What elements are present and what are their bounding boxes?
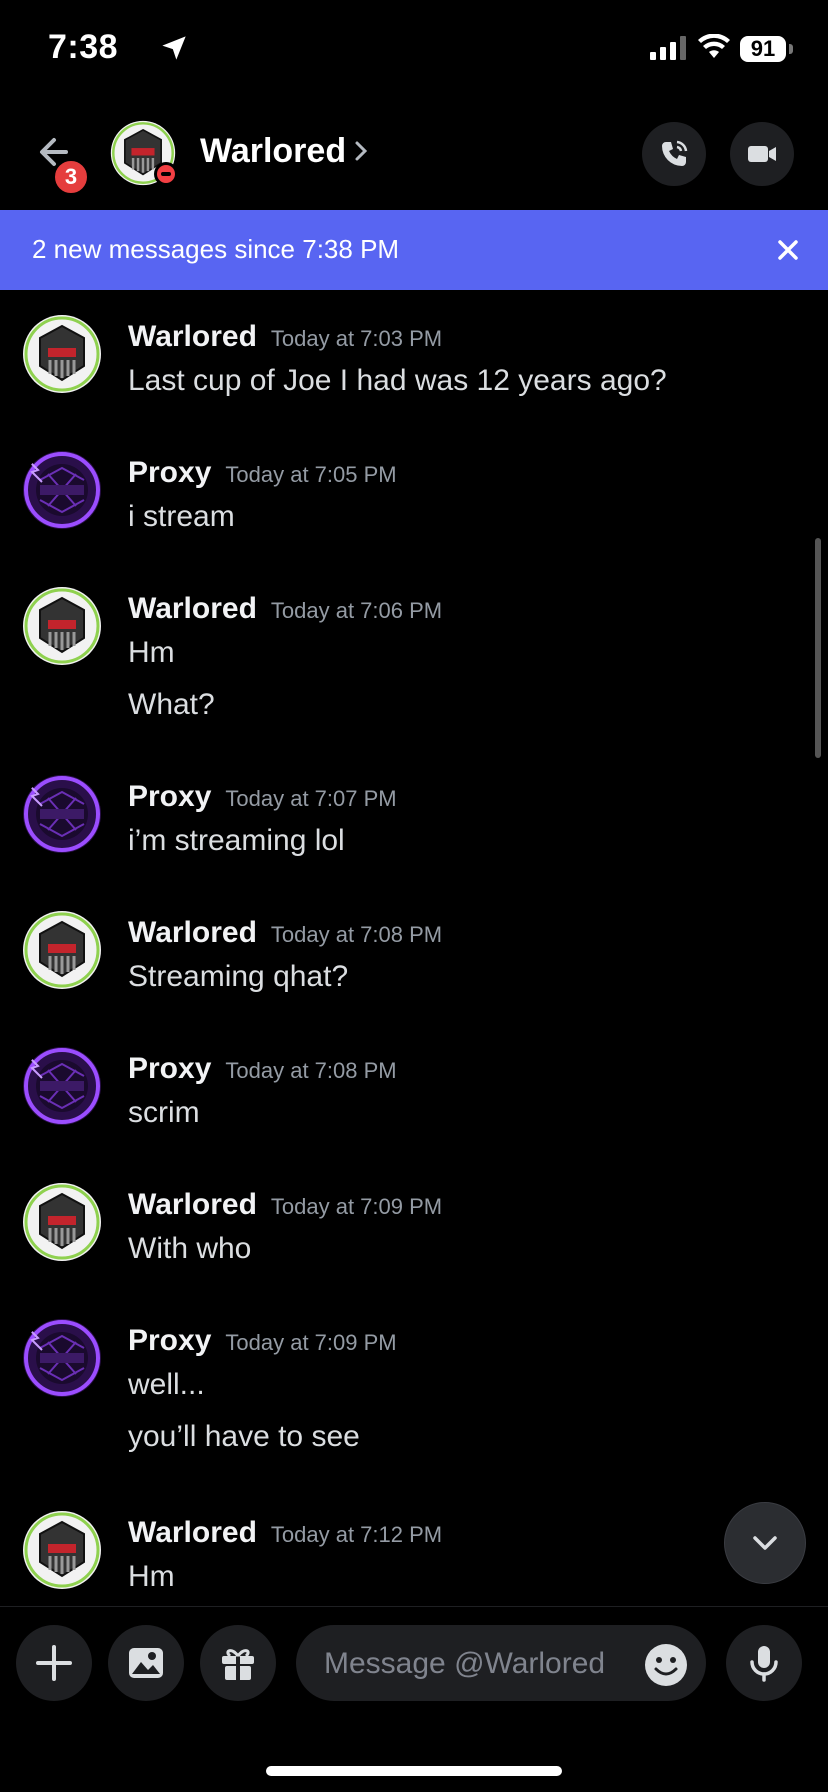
avatar[interactable] xyxy=(22,1318,102,1398)
message-input-placeholder: Message @Warlored xyxy=(324,1647,606,1680)
plus-icon xyxy=(36,1645,72,1681)
image-icon xyxy=(129,1648,163,1678)
message-timestamp: Today at 7:03 PM xyxy=(270,326,443,351)
new-messages-text: 2 new messages since 7:38 PM xyxy=(32,234,400,264)
message-text: Streaming qhat? xyxy=(128,960,349,993)
voice-call-button[interactable] xyxy=(642,122,706,186)
message-text: Hm xyxy=(128,636,175,669)
message-author[interactable]: Warlored xyxy=(128,1188,257,1221)
message-author[interactable]: Warlored xyxy=(128,592,257,625)
phone-icon xyxy=(662,140,688,166)
message-text: well... xyxy=(128,1368,205,1401)
avatar[interactable] xyxy=(22,910,102,990)
message-text: What? xyxy=(128,688,215,721)
message-author[interactable]: Warlored xyxy=(128,320,257,353)
avatar[interactable] xyxy=(22,1182,102,1262)
message-author[interactable]: Proxy xyxy=(128,456,211,489)
home-indicator[interactable] xyxy=(266,1766,562,1776)
unread-badge: 3 xyxy=(52,158,90,196)
avatar[interactable] xyxy=(22,774,102,854)
message-timestamp: Today at 7:05 PM xyxy=(225,462,397,487)
message-text: Last cup of Joe I had was 12 years ago? xyxy=(128,364,667,397)
close-icon[interactable] xyxy=(776,238,800,262)
avatar[interactable] xyxy=(22,450,102,530)
battery-cap xyxy=(789,44,793,54)
message-text: i’m streaming lol xyxy=(128,824,345,857)
message-author[interactable]: Proxy xyxy=(128,1052,211,1085)
message-timestamp: Today at 7:08 PM xyxy=(225,1058,397,1083)
avatar[interactable] xyxy=(22,1046,102,1126)
signal-icon xyxy=(650,36,686,60)
gift-icon xyxy=(222,1649,254,1680)
battery-level: 91 xyxy=(740,36,786,62)
voice-message-button[interactable] xyxy=(726,1625,802,1701)
message-text: scrim xyxy=(128,1096,200,1129)
scrollbar[interactable] xyxy=(815,538,821,758)
message-author[interactable]: Proxy xyxy=(128,1324,211,1357)
video-camera-icon xyxy=(748,146,776,162)
attach-button[interactable] xyxy=(16,1625,92,1701)
message-timestamp: Today at 7:09 PM xyxy=(225,1330,397,1355)
chevron-down-icon xyxy=(753,1536,777,1550)
emoji-icon[interactable] xyxy=(644,1643,688,1687)
message-composer: Message @Warlored xyxy=(0,1606,828,1717)
message-timestamp: Today at 7:06 PM xyxy=(270,598,443,623)
status-time: 7:38 xyxy=(48,28,119,66)
message-text: i stream xyxy=(128,500,235,533)
message-timestamp: Today at 7:08 PM xyxy=(270,922,443,947)
location-arrow-icon xyxy=(162,36,186,60)
chat-title[interactable]: Warlored xyxy=(200,132,346,171)
chevron-right-icon[interactable] xyxy=(354,140,368,162)
jump-to-present-button[interactable] xyxy=(724,1502,806,1584)
message-author[interactable]: Warlored xyxy=(128,1516,257,1549)
avatar[interactable] xyxy=(22,314,102,394)
avatar[interactable] xyxy=(22,1510,102,1590)
message-author[interactable]: Proxy xyxy=(128,780,211,813)
message-list[interactable]: Warlored Today at 7:03 PM Last cup of Joe… xyxy=(0,292,828,1606)
message-timestamp: Today at 7:12 PM xyxy=(270,1522,443,1547)
message-text: With who xyxy=(128,1232,252,1265)
avatar[interactable] xyxy=(22,586,102,666)
video-call-button[interactable] xyxy=(730,122,794,186)
dnd-status-icon xyxy=(154,162,178,186)
new-messages-banner[interactable]: 2 new messages since 7:38 PM xyxy=(0,210,828,290)
message-timestamp: Today at 7:07 PM xyxy=(225,786,397,811)
gift-button[interactable] xyxy=(200,1625,276,1701)
message-text: Hm xyxy=(128,1560,175,1593)
status-bar: 7:38 91 xyxy=(0,0,828,100)
media-button[interactable] xyxy=(108,1625,184,1701)
chat-header: 3 Warlored xyxy=(0,100,828,210)
wifi-icon xyxy=(698,34,730,58)
microphone-icon xyxy=(750,1646,778,1682)
message-text: you’ll have to see xyxy=(128,1420,360,1453)
message-timestamp: Today at 7:09 PM xyxy=(270,1194,443,1219)
message-author[interactable]: Warlored xyxy=(128,916,257,949)
